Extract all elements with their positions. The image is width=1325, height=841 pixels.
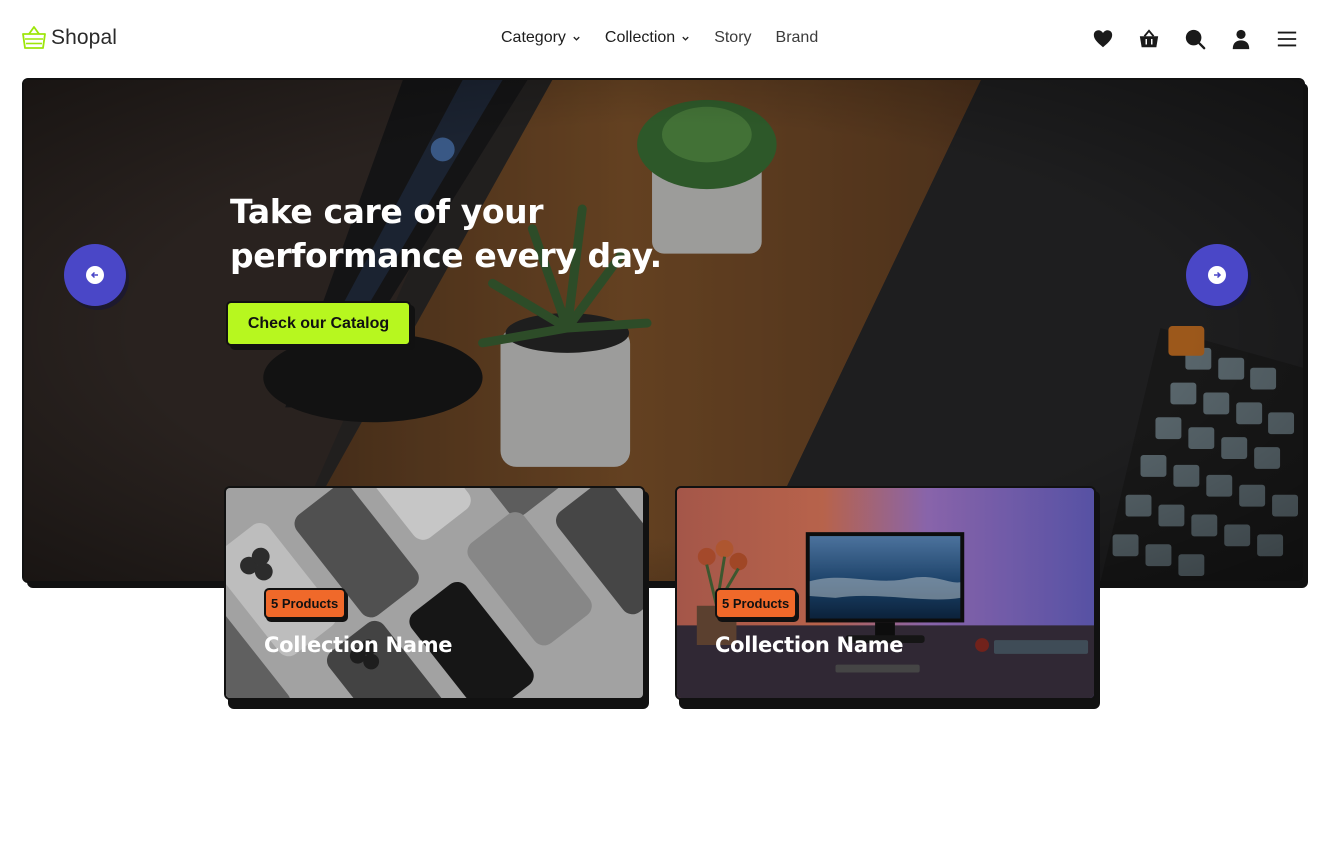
slider-prev-button[interactable] <box>64 244 126 306</box>
header-actions <box>1069 27 1299 51</box>
menu-icon <box>1277 31 1297 47</box>
product-count-badge: 5 Products <box>715 588 798 619</box>
nav-item-story[interactable]: Story <box>714 29 751 47</box>
account-button[interactable] <box>1229 27 1253 51</box>
heart-icon <box>1093 30 1113 48</box>
slider-next-button[interactable] <box>1186 244 1248 306</box>
collection-title: Collection Name <box>264 633 453 657</box>
basket-icon <box>1139 29 1159 48</box>
hero-slider: Take care of your performance every day.… <box>22 78 1305 583</box>
nav-item-collection[interactable]: Collection <box>605 29 690 47</box>
wishlist-button[interactable] <box>1091 27 1115 51</box>
arrow-left-icon <box>86 266 104 284</box>
nav-item-label: Category <box>501 29 566 46</box>
nav-item-label: Collection <box>604 29 676 46</box>
hero-title: Take care of your performance every day. <box>230 192 662 275</box>
user-icon <box>1232 29 1250 50</box>
nav-item-category[interactable]: Category <box>501 29 581 47</box>
brand-name: Shopal <box>51 26 117 49</box>
chevron-down-icon <box>682 36 689 41</box>
search-icon <box>1185 29 1206 50</box>
chevron-down-icon <box>573 36 580 41</box>
cart-button[interactable] <box>1137 27 1161 51</box>
main-nav: Category Collection Story Brand <box>501 29 842 47</box>
basket-icon <box>22 26 46 49</box>
brand-logo[interactable]: Shopal <box>22 25 117 51</box>
hero-background-image <box>24 80 1303 581</box>
nav-item-brand[interactable]: Brand <box>776 29 819 47</box>
product-count-badge: 5 Products <box>264 588 347 619</box>
search-button[interactable] <box>1183 27 1207 51</box>
nav-item-label: Brand <box>775 29 819 46</box>
collection-card-1[interactable]: 5 Products Collection Name <box>224 486 645 700</box>
collection-card-2[interactable]: 5 Products Collection Name <box>675 486 1096 700</box>
collection-title: Collection Name <box>715 633 904 657</box>
site-header: Shopal Category Collection Story Brand <box>0 0 1325 78</box>
nav-item-label: Story <box>714 29 752 46</box>
arrow-right-icon <box>1208 266 1226 284</box>
catalog-button[interactable]: Check our Catalog <box>226 301 411 346</box>
menu-button[interactable] <box>1275 27 1299 51</box>
